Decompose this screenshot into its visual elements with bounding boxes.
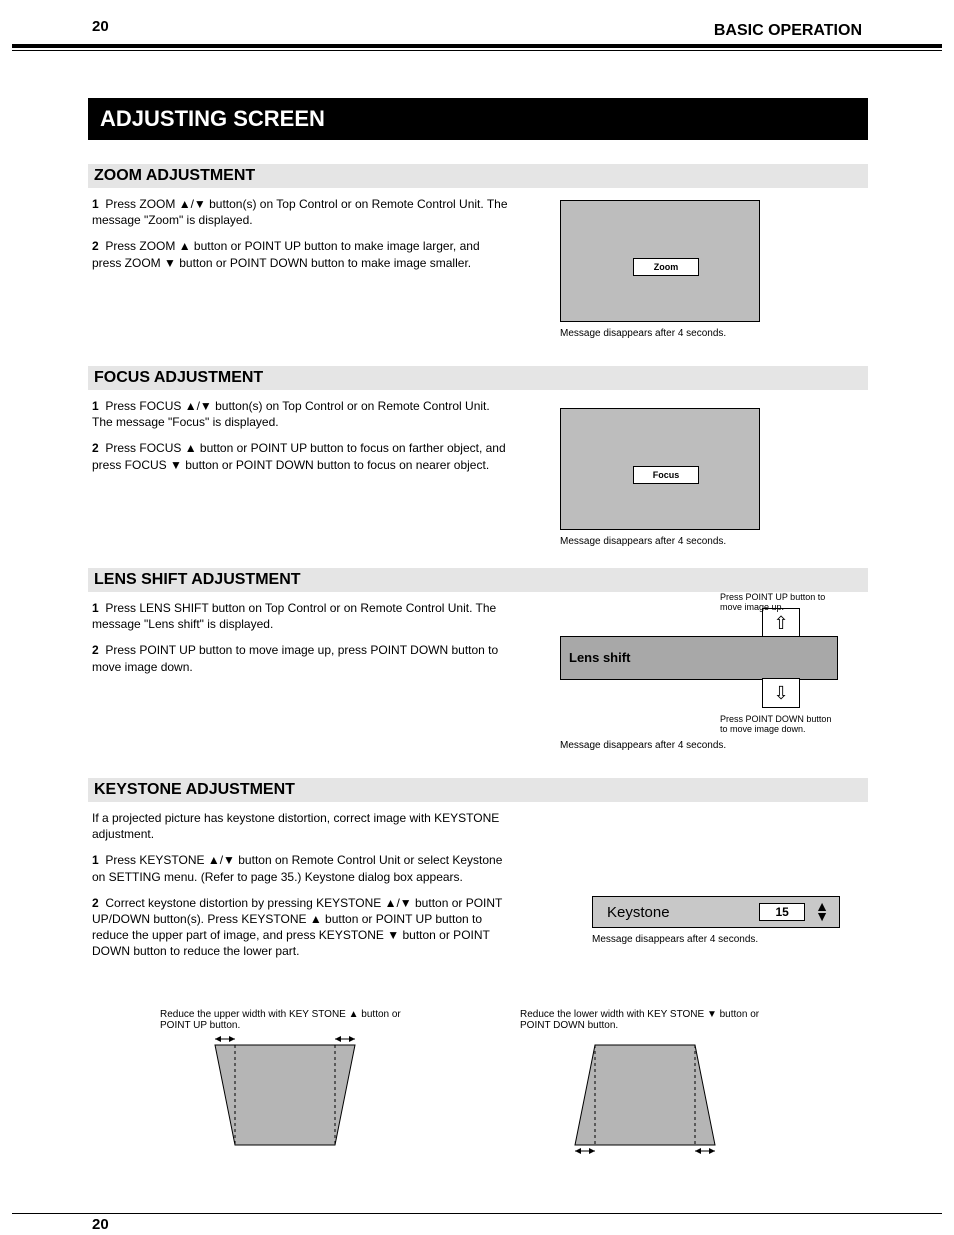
zoom-step2: Press ZOOM ▲ button or POINT UP button t… [92,239,480,269]
lensshift-step2: Press POINT UP button to move image up, … [92,643,498,673]
header-title: BASIC OPERATION [714,20,862,42]
focus-osd: Focus [560,408,760,530]
keystone-caption: Message disappears after 4 seconds. [592,934,758,945]
lensshift-down-label: Press POINT DOWN button to move image do… [720,714,838,734]
keystone-intro: If a projected picture has keystone dist… [92,810,512,842]
section-banner: ADJUSTING SCREEN [88,98,868,140]
top-rules [12,44,942,51]
keystone-step1: Press KEYSTONE ▲/▼ button on Remote Cont… [92,853,502,883]
focus-heading: FOCUS ADJUSTMENT [88,366,868,390]
lensshift-osd: ⇧ Lens shift ⇩ Press POINT UP button to … [560,636,838,680]
lensshift-step1: Press LENS SHIFT button on Top Control o… [92,601,496,631]
zoom-body: 1 Press ZOOM ▲/▼ button(s) on Top Contro… [92,196,512,281]
page-number: 20 [92,18,109,35]
arrow-up-icon: ⇧ [762,608,800,638]
keystone-body: If a projected picture has keystone dist… [92,810,512,970]
lensshift-heading: LENS SHIFT ADJUSTMENT [88,568,868,592]
lensshift-up-label: Press POINT UP button to move image up. [720,592,838,612]
footer-rule [12,1213,942,1214]
keystone-osd: Keystone 15 ▲▼ [592,896,840,928]
lensshift-osd-label: Lens shift [569,650,630,665]
keystone-step2: Correct keystone distortion by pressing … [92,896,502,959]
arrow-down-icon: ⇩ [762,678,800,708]
keystone-osd-value: 15 [759,903,805,921]
lensshift-body: 1 Press LENS SHIFT button on Top Control… [92,600,512,685]
page-number-footer: 20 [92,1216,109,1233]
lensshift-caption: Message disappears after 4 seconds. [560,740,726,751]
zoom-osd: Zoom [560,200,760,322]
focus-osd-label: Focus [633,466,699,484]
trapezoid-lower: Reduce the lower width with KEY STONE ▼ … [560,1035,730,1160]
trapezoid-lower-caption: Reduce the lower width with KEY STONE ▼ … [520,1009,780,1031]
zoom-step1: Press ZOOM ▲/▼ button(s) on Top Control … [92,197,508,227]
zoom-heading: ZOOM ADJUSTMENT [88,164,868,188]
keystone-up-down-icon: ▲▼ [815,902,829,922]
trapezoid-upper: Reduce the upper width with KEY STONE ▲ … [200,1035,370,1160]
focus-caption: Message disappears after 4 seconds. [560,536,726,547]
zoom-caption: Message disappears after 4 seconds. [560,328,726,339]
zoom-osd-label: Zoom [633,258,699,276]
keystone-osd-label: Keystone [607,904,670,921]
trapezoid-upper-caption: Reduce the upper width with KEY STONE ▲ … [160,1009,420,1031]
focus-step1: Press FOCUS ▲/▼ button(s) on Top Control… [92,399,490,429]
focus-step2: Press FOCUS ▲ button or POINT UP button … [92,441,506,471]
focus-body: 1 Press FOCUS ▲/▼ button(s) on Top Contr… [92,398,512,483]
keystone-heading: KEYSTONE ADJUSTMENT [88,778,868,802]
